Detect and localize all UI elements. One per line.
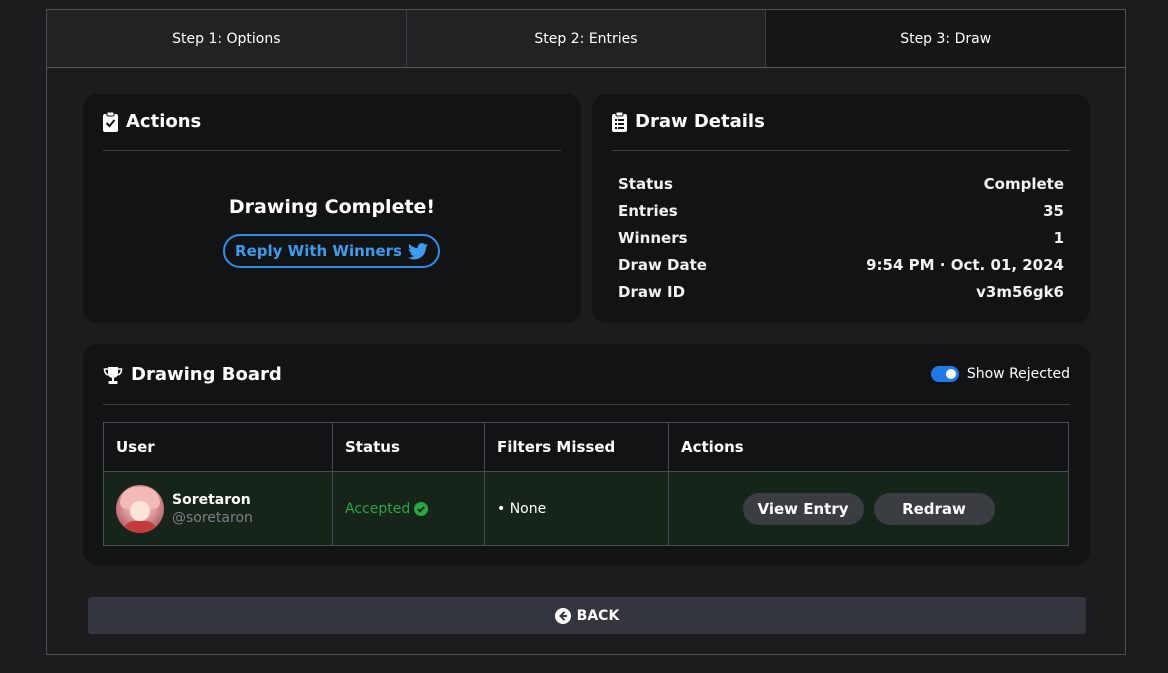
actions-cell: View Entry Redraw xyxy=(668,471,1069,546)
check-circle-icon xyxy=(414,501,429,516)
redraw-button[interactable]: Redraw xyxy=(873,492,995,525)
back-label: BACK xyxy=(576,607,620,624)
user-name: Soretaron xyxy=(172,491,251,508)
drawing-board-header: Drawing Board xyxy=(103,364,282,385)
actions-header: Actions xyxy=(103,111,201,132)
table-row: Soretaron @soretaron Accepted • None Vie… xyxy=(103,471,1069,546)
avatar xyxy=(116,484,164,533)
draw-wizard: Step 1: Options Step 2: Entries Step 3: … xyxy=(46,9,1126,655)
actions-title: Actions xyxy=(126,111,202,132)
detail-label: Status xyxy=(618,174,673,193)
drawing-board-table: User Status Filters Missed Actions Soret… xyxy=(103,422,1069,546)
tab-step-draw[interactable]: Step 3: Draw xyxy=(766,10,1126,67)
reply-button-label: Reply With Winners xyxy=(235,242,402,260)
drawing-board-title: Drawing Board xyxy=(131,364,282,385)
detail-row-draw-id: Draw ID v3m56gk6 xyxy=(618,278,1064,305)
detail-label: Winners xyxy=(618,228,688,247)
user-cell: Soretaron @soretaron xyxy=(103,471,333,546)
detail-value: 9:54 PM · Oct. 01, 2024 xyxy=(866,255,1064,274)
column-header-user: User xyxy=(103,422,333,472)
detail-row-entries: Entries 35 xyxy=(618,197,1064,224)
draw-details-header: Draw Details xyxy=(612,111,765,132)
clipboard-check-icon xyxy=(103,111,118,132)
draw-details-card: Draw Details Status Complete Entries 35 … xyxy=(592,94,1090,323)
arrow-circle-left-icon xyxy=(554,607,571,624)
filters-missed-cell: • None xyxy=(484,471,669,546)
drawing-complete-text: Drawing Complete! xyxy=(228,196,436,218)
twitter-icon xyxy=(407,242,428,260)
show-rejected-toggle-group: Show Rejected xyxy=(930,366,1070,382)
status-text: Accepted xyxy=(345,500,411,517)
divider xyxy=(612,150,1070,151)
show-rejected-label[interactable]: Show Rejected xyxy=(967,366,1070,382)
divider xyxy=(103,404,1070,405)
status-cell: Accepted xyxy=(332,471,485,546)
table-header-row: User Status Filters Missed Actions xyxy=(103,422,1069,472)
reply-with-winners-button[interactable]: Reply With Winners xyxy=(223,234,440,268)
detail-value: v3m56gk6 xyxy=(976,282,1064,301)
user-handle: @soretaron xyxy=(172,509,253,526)
trophy-icon xyxy=(103,366,123,384)
detail-row-status: Status Complete xyxy=(618,170,1064,197)
column-header-filters-missed: Filters Missed xyxy=(484,422,669,472)
drawing-board-card: Drawing Board Show Rejected User Status … xyxy=(83,344,1090,565)
clipboard-list-icon xyxy=(612,111,627,132)
detail-label: Draw Date xyxy=(618,255,707,274)
detail-label: Draw ID xyxy=(618,282,686,301)
detail-value: 1 xyxy=(1053,228,1064,247)
status-badge: Accepted xyxy=(345,500,429,517)
view-entry-button[interactable]: View Entry xyxy=(742,492,864,525)
actions-card: Actions Drawing Complete! Reply With Win… xyxy=(83,94,581,323)
tab-step-options[interactable]: Step 1: Options xyxy=(47,10,407,67)
column-header-actions: Actions xyxy=(668,422,1069,472)
detail-value: 35 xyxy=(1043,201,1064,220)
step-tabs: Step 1: Options Step 2: Entries Step 3: … xyxy=(47,10,1126,68)
draw-details-list: Status Complete Entries 35 Winners 1 Dra… xyxy=(618,170,1064,305)
detail-row-winners: Winners 1 xyxy=(618,224,1064,251)
column-header-status: Status xyxy=(332,422,485,472)
back-button[interactable]: BACK xyxy=(88,597,1086,634)
detail-row-draw-date: Draw Date 9:54 PM · Oct. 01, 2024 xyxy=(618,251,1064,278)
detail-label: Entries xyxy=(618,201,678,220)
draw-details-title: Draw Details xyxy=(635,111,765,132)
detail-value: Complete xyxy=(983,174,1064,193)
divider xyxy=(103,150,561,151)
show-rejected-toggle[interactable] xyxy=(930,366,959,382)
toggle-knob xyxy=(945,369,956,379)
tab-step-entries[interactable]: Step 2: Entries xyxy=(406,10,767,67)
